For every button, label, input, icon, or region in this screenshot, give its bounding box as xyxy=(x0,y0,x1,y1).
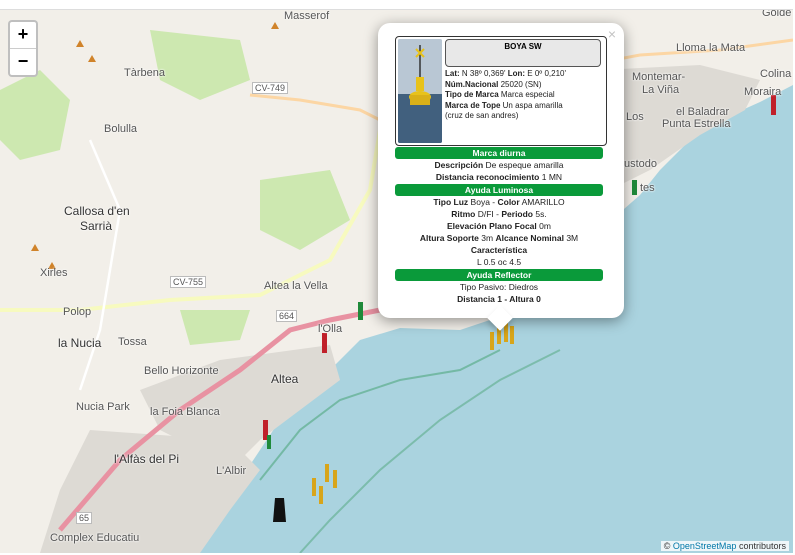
dist-value: 1 MN xyxy=(541,172,563,182)
place-label: La Viña xyxy=(642,84,680,96)
forest-area xyxy=(0,70,70,160)
place-label: el Baladrar xyxy=(676,106,730,118)
forest-area xyxy=(150,30,250,100)
buoy-image xyxy=(398,39,442,143)
lat-label: Lat: xyxy=(445,69,460,78)
luz-line: Tipo Luz Boya - Color AMARILLO xyxy=(433,197,565,207)
place-label: Montemar- xyxy=(632,71,686,83)
attribution-suffix: contributors xyxy=(738,541,786,551)
zoom-out-button[interactable]: − xyxy=(10,48,36,75)
place-label: Tàrbena xyxy=(124,67,165,79)
periodo-value: 5s. xyxy=(535,209,547,219)
num-label: Núm.Nacional xyxy=(445,79,499,89)
tope-label: Marca de Tope xyxy=(445,100,501,110)
place-label: ustodo xyxy=(624,158,658,170)
place-label: Nucia Park xyxy=(76,401,130,413)
road-shield: CV-755 xyxy=(170,276,207,288)
place-label: Callosa d'en xyxy=(64,204,130,218)
forest-area xyxy=(180,310,250,345)
desc-value: De espeque amarilla xyxy=(485,160,564,170)
tipo-label: Tipo de Marca xyxy=(445,90,499,99)
ritmo-line: Ritmo D/FI - Periodo 5s. xyxy=(451,209,547,219)
place-label: tes xyxy=(640,182,655,194)
place-label: Punta Estrella xyxy=(662,118,731,130)
section-ayuda-luminosa: Ayuda Luminosa xyxy=(395,184,603,196)
map-attribution: © OpenStreetMap contributors xyxy=(660,541,789,551)
buoy-card: BOYA SW Lat: N 38º 0,369' Lon: E 0º 0,21… xyxy=(395,36,607,146)
place-label: Altea xyxy=(271,372,299,386)
tipo-value: Marca especial xyxy=(500,90,555,99)
place-label: Lloma la Mata xyxy=(676,42,746,54)
osm-link[interactable]: OpenStreetMap xyxy=(673,541,737,551)
place-label: L'Albir xyxy=(216,465,247,477)
color-value: AMARILLO xyxy=(521,197,565,207)
caract-label: Característica xyxy=(395,244,603,256)
place-label: Tossa xyxy=(118,336,147,348)
zoom-control: + − xyxy=(8,20,38,77)
pasivo-line: Tipo Pasivo: Diedros xyxy=(395,281,603,293)
place-label: Masserof xyxy=(284,10,330,22)
place-label: Altea la Vella xyxy=(264,280,328,292)
elev-value: 0m xyxy=(539,221,551,231)
place-label: l'Alfàs del Pi xyxy=(114,452,179,466)
attribution-prefix: © xyxy=(663,541,671,551)
place-label: Bello Horizonte xyxy=(144,365,219,377)
buoy-title: BOYA SW xyxy=(445,39,601,67)
caract-label-text: Característica xyxy=(470,245,528,255)
forest-area xyxy=(260,170,350,250)
place-label: Xirles xyxy=(40,267,68,279)
place-label: la Nucia xyxy=(58,336,102,350)
place-label: la Foia Blanca xyxy=(150,406,220,418)
road-shield: CV-749 xyxy=(252,82,289,94)
dist-label: Distancia reconocimiento xyxy=(435,172,540,182)
luz-value: Boya xyxy=(470,197,490,207)
lat-value: N 38º 0,369' xyxy=(461,69,506,78)
road xyxy=(249,93,381,122)
elev-label: Elevación Plano Focal xyxy=(447,221,537,231)
ritmo-label: Ritmo xyxy=(451,209,476,219)
section-ayuda-reflector: Ayuda Reflector xyxy=(395,269,603,281)
caract-value: L 0.5 oc 4.5 xyxy=(476,257,522,267)
lon-label: Lon: xyxy=(507,69,526,78)
section-marca-diurna: Marca diurna xyxy=(395,147,603,159)
pasivo-label: Tipo Pasivo: xyxy=(459,282,507,292)
map-canvas[interactable]: Masserof Tàrbena Bolulla Callosa d'en Sa… xyxy=(0,9,793,553)
place-label: Sarrià xyxy=(80,219,113,233)
buoy-info: Lat: N 38º 0,369' Lon: E 0º 0,210' Núm.N… xyxy=(445,69,566,122)
road-shield: 664 xyxy=(276,310,298,322)
place-label: Polop xyxy=(63,306,92,318)
distalt-line: Distancia 1 - Altura 0 xyxy=(457,294,541,304)
buoy-photo xyxy=(398,39,442,143)
road-shield: 65 xyxy=(76,512,93,524)
tope-value-cont: (cruz de san andres) xyxy=(445,111,519,120)
pasivo-value: Diedros xyxy=(508,282,539,292)
place-label: Colina xyxy=(760,68,792,80)
road xyxy=(78,139,122,391)
altura-line: Altura Soporte 3m Alcance Nominal 3M xyxy=(395,232,603,244)
alcance-label: Alcance Nominal xyxy=(495,233,564,243)
place-label: Los xyxy=(626,111,644,123)
altura-value: 3m xyxy=(481,233,494,243)
place-label: Golde xyxy=(762,9,792,19)
luz-label: Tipo Luz xyxy=(433,197,469,207)
zoom-in-button[interactable]: + xyxy=(10,22,36,48)
lon-value: E 0º 0,210' xyxy=(527,69,566,78)
place-label: Bolulla xyxy=(104,123,138,135)
dist-line: Distancia reconocimiento 1 MN xyxy=(395,171,603,183)
color-label: Color xyxy=(497,197,520,207)
marker-popup: × BOYA SW Lat: N 38º 0,369' Lon: E 0º 0,… xyxy=(378,23,624,331)
ritmo-value: D/FI xyxy=(477,209,494,219)
place-label: Complex Educatiu xyxy=(50,532,140,544)
desc-label: Descripción xyxy=(434,160,484,170)
num-value: 25020 (SN) xyxy=(500,79,542,89)
popup-close-button[interactable]: × xyxy=(608,26,616,42)
tope-value: Un aspa amarilla xyxy=(502,100,563,110)
elev-line: Elevación Plano Focal 0m xyxy=(395,220,603,232)
place-label: l'Olla xyxy=(318,323,343,335)
alcance-value: 3M xyxy=(566,233,579,243)
place-label: Moraira xyxy=(744,86,782,98)
altura-label: Altura Soporte xyxy=(419,233,479,243)
desc-line: Descripción De espeque amarilla xyxy=(395,159,603,171)
periodo-label: Periodo xyxy=(501,209,534,219)
